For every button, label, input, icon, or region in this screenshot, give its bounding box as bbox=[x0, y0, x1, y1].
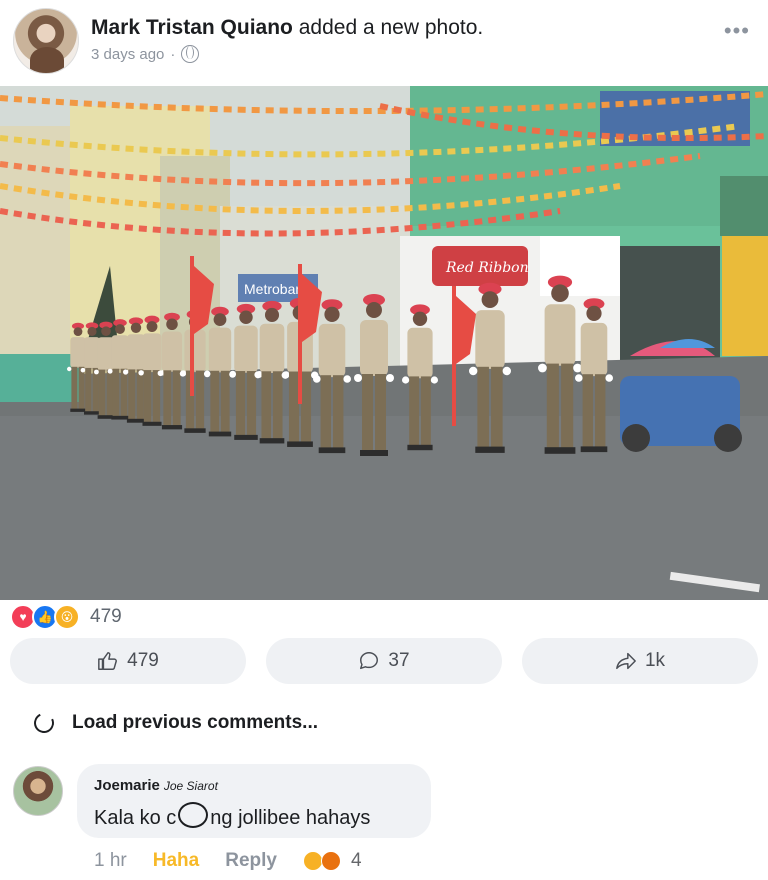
refresh-icon bbox=[31, 710, 57, 736]
comment-text: Kala ko c ng jollibee hahays bbox=[94, 802, 370, 830]
like-button[interactable]: 479 bbox=[10, 638, 246, 684]
post-action: added a new photo. bbox=[298, 16, 484, 39]
share-count: 1k bbox=[644, 650, 666, 671]
reaction-count: 479 bbox=[90, 606, 122, 627]
post-photo[interactable]: Metrobank Red Ribbon bbox=[0, 86, 768, 600]
comment-bubble-icon bbox=[360, 652, 379, 670]
more-options-icon[interactable]: ••• bbox=[724, 18, 750, 44]
comment-text-after: ng jollibee hahays bbox=[210, 807, 371, 829]
comment-text-before: Kala ko c bbox=[94, 807, 177, 829]
comment-reply-button[interactable]: Reply bbox=[225, 850, 277, 872]
like-count: 479 bbox=[127, 650, 159, 671]
post-time[interactable]: 3 days ago bbox=[91, 46, 164, 63]
comment-count: 37 bbox=[388, 650, 410, 671]
wow-reaction-icon: 😮 bbox=[54, 604, 80, 630]
comment-reaction-count: 4 bbox=[350, 850, 362, 871]
post-meta: 3 days ago · bbox=[91, 45, 200, 63]
comment-button[interactable]: 37 bbox=[266, 638, 502, 684]
share-arrow-icon bbox=[616, 652, 636, 670]
angry-reaction-icon bbox=[320, 851, 341, 871]
comment-reaction-button[interactable]: Haha bbox=[153, 850, 199, 872]
thumbs-up-icon bbox=[98, 652, 118, 670]
load-previous-label: Load previous comments... bbox=[72, 712, 318, 733]
parade-photo-illustration: Metrobank Red Ribbon bbox=[0, 86, 768, 600]
meta-separator: · bbox=[170, 45, 176, 63]
commenter-alias: Joe Siarot bbox=[163, 779, 218, 793]
commenter-name[interactable]: Joemarie bbox=[94, 777, 160, 794]
comment-time: 1 hr bbox=[94, 850, 127, 871]
haha-reaction-icon bbox=[302, 851, 323, 871]
load-previous-comments[interactable]: Load previous comments... bbox=[31, 710, 318, 736]
comment-footer: 1 hr Haha Reply 4 bbox=[94, 850, 362, 872]
emoji-sticker-icon bbox=[178, 802, 209, 828]
comment-bubble: Joemarie Joe Siarot Kala ko c ng jollibee … bbox=[77, 764, 431, 838]
reactions-summary[interactable]: ♥ 👍 😮 479 bbox=[10, 604, 122, 630]
globe-icon bbox=[181, 45, 200, 63]
post-header: Mark Tristan Quiano added a new photo. 3… bbox=[0, 0, 768, 86]
author-avatar[interactable] bbox=[13, 8, 79, 74]
author-name[interactable]: Mark Tristan Quiano bbox=[91, 16, 293, 39]
commenter-name-line: Joemarie Joe Siarot bbox=[94, 777, 218, 794]
commenter-avatar[interactable] bbox=[13, 766, 63, 816]
post-title: Mark Tristan Quiano added a new photo. bbox=[91, 16, 483, 40]
share-button[interactable]: 1k bbox=[522, 638, 758, 684]
comment-reactions[interactable]: 4 bbox=[302, 850, 362, 872]
